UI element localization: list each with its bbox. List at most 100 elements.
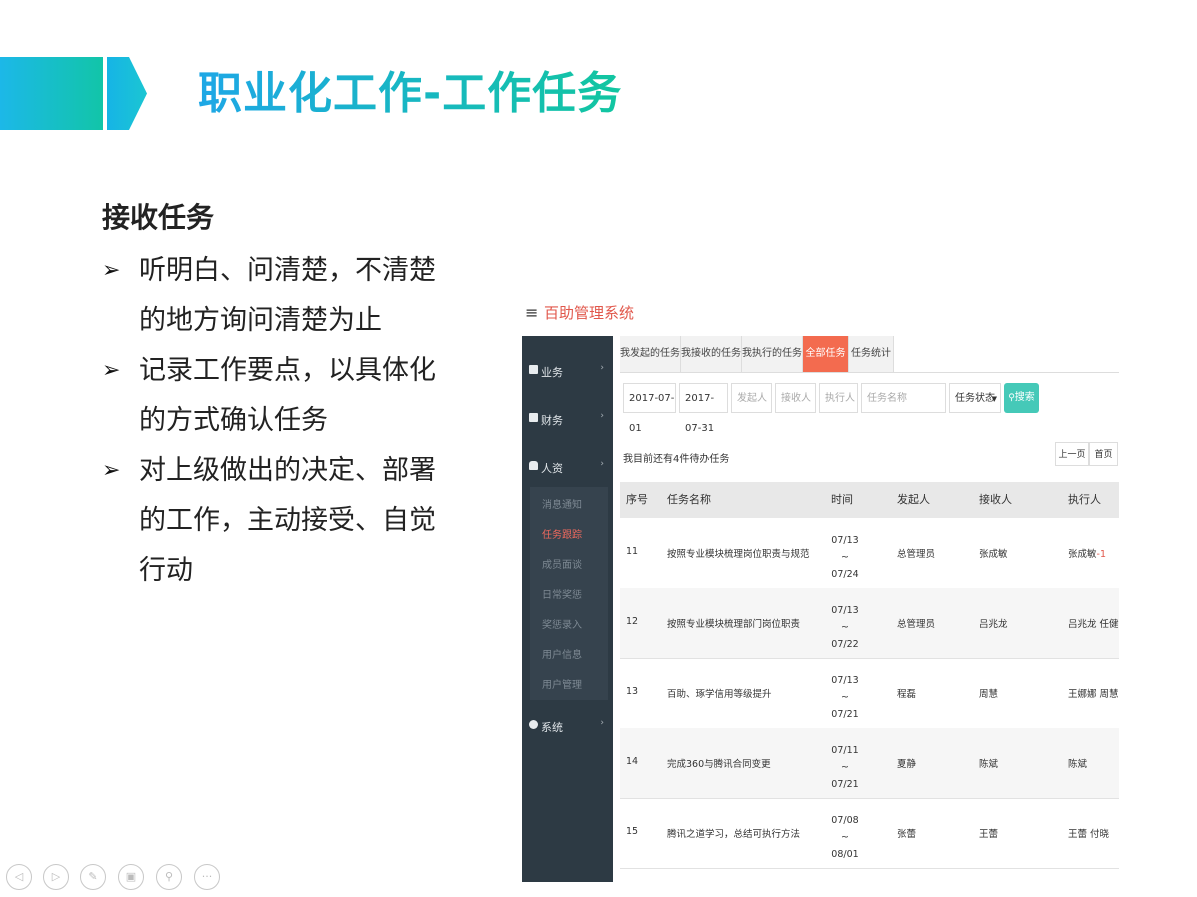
executor-suffix: -1 [1096,549,1106,560]
time-separator: ~ [841,832,849,843]
zoom-icon[interactable]: ⚲ [156,864,182,890]
submenu-item-user-info[interactable]: 用户信息 [542,646,582,661]
time-end: 07/24 [831,569,859,580]
submenu-item-task-tracking[interactable]: 任务跟踪 [542,526,582,541]
table-row[interactable]: 11 按照专业模块梳理岗位职责与规范 07/13 ~ 07/24 总管理员 张成… [620,518,1119,589]
column-header-receiver: 接收人 [979,493,1012,506]
bullet-item: ➢ 听明白、问清楚，不清楚 的地方询问清楚为止 [102,246,482,346]
cell-executor: 王娜娜 周慧 [1068,689,1119,700]
initiator-input[interactable]: 发起人 [731,383,772,413]
tab-all[interactable]: 全部任务 [803,336,849,372]
cell-executor: 张成敏-1 [1068,546,1106,560]
tab-statistics[interactable]: 任务统计 [849,336,894,372]
title-banner-bar [0,57,103,130]
menu-icon[interactable]: ≡ [525,303,538,322]
time-start: 07/13 [831,535,859,546]
cell-initiator: 程磊 [897,689,917,700]
sidebar-item-finance[interactable]: 财务 › [522,408,613,432]
cell-time: 07/13 ~ 07/22 [830,602,860,653]
app-name: 百助管理系统 [544,304,635,322]
slides-overview-icon[interactable]: ▣ [118,864,144,890]
cell-time: 07/13 ~ 07/21 [830,672,860,723]
chevron-down-icon: › [600,459,604,469]
cell-initiator: 总管理员 [897,619,936,630]
sidebar-item-label: 业务 [541,366,563,379]
search-icon: ⚲ [1008,393,1015,403]
time-start: 07/11 [831,745,859,756]
time-start: 07/13 [831,675,859,686]
submenu-item-user-management[interactable]: 用户管理 [542,676,582,691]
pending-note: 我目前还有4件待办任务 [623,454,730,465]
time-separator: ~ [841,622,849,633]
bullet-arrow-icon: ➢ [102,358,121,383]
executor-names: 张成敏 [1068,549,1097,560]
first-page-button[interactable]: 首页 [1089,442,1118,466]
search-button[interactable]: ⚲搜索 [1004,383,1039,413]
column-header-name: 任务名称 [667,493,711,506]
cell-time: 07/08 ~ 08/01 [830,812,860,863]
table-header: 序号 任务名称 时间 发起人 接收人 执行人 [620,482,1119,518]
previous-slide-icon[interactable]: ◁ [6,864,32,890]
filter-bar: 2017-07-01 2017-07-31 发起人 接收人 执行人 任务名称 任… [620,380,1119,434]
tab-executed[interactable]: 我执行的任务 [742,336,803,372]
end-date-input[interactable]: 2017-07-31 [679,383,728,434]
cell-executor: 吕兆龙 任健 [1068,619,1119,630]
time-separator: ~ [841,552,849,563]
tab-received[interactable]: 我接收的任务 [681,336,742,372]
time-separator: ~ [841,762,849,773]
table-row[interactable]: 14 完成360与腾讯合同变更 07/11 ~ 07/21 夏静 陈斌 陈斌 [620,728,1119,799]
cell-receiver: 周慧 [979,689,999,700]
lock-icon [529,461,538,470]
pen-icon[interactable]: ✎ [80,864,106,890]
start-date-input[interactable]: 2017-07-01 [623,383,676,434]
search-button-label: 搜索 [1014,392,1035,403]
chevron-right-icon: › [600,363,604,373]
slide-title: 职业化工作-工作任务 [198,62,622,126]
book-icon [529,365,538,374]
calculator-icon [529,413,538,422]
cell-receiver: 王蕾 [979,829,999,840]
cell-task-name: 按照专业模块梳理岗位职责与规范 [667,549,810,560]
cell-no: 11 [626,546,639,557]
submenu-item-daily-rewards[interactable]: 日常奖惩 [542,586,582,601]
submenu-item-reward-entry[interactable]: 奖惩录入 [542,616,582,631]
column-header-executor: 执行人 [1068,493,1101,506]
sidebar-item-hr[interactable]: 人资 › [522,456,613,480]
bullet-item: ➢ 对上级做出的决定、部署 的工作，主动接受、自觉 行动 [102,446,482,596]
executor-input[interactable]: 执行人 [819,383,858,413]
table-row[interactable]: 15 腾讯之道学习，总结可执行方法 07/08 ~ 08/01 张蕾 王蕾 王蕾… [620,798,1119,869]
bullet-item: ➢ 记录工作要点，以具体化 的方式确认任务 [102,346,482,446]
sidebar-item-system[interactable]: 系统 › [522,715,613,739]
time-end: 08/01 [831,849,859,860]
column-header-no: 序号 [626,493,648,506]
cell-executor: 陈斌 [1068,759,1088,770]
table-row[interactable]: 12 按照专业模块梳理部门岗位职责 07/13 ~ 07/22 总管理员 吕兆龙… [620,588,1119,659]
submenu-item-notice[interactable]: 消息通知 [542,496,582,511]
task-name-input[interactable]: 任务名称 [861,383,946,413]
column-header-initiator: 发起人 [897,493,930,506]
time-start: 07/08 [831,815,859,826]
prev-page-button[interactable]: 上一页 [1055,442,1089,466]
cell-task-name: 百助、琢学信用等级提升 [667,689,772,700]
status-select-value: 任务状态 [955,393,995,404]
time-end: 07/21 [831,779,859,790]
status-select[interactable]: 任务状态 ▼ [949,383,1001,413]
task-tabs: 我发起的任务 我接收的任务 我执行的任务 全部任务 任务统计 [620,336,1119,373]
main-panel: 我发起的任务 我接收的任务 我执行的任务 全部任务 任务统计 2017-07-0… [613,336,1120,882]
chevron-right-icon: › [600,718,604,728]
time-end: 07/21 [831,709,859,720]
table-row[interactable]: 13 百助、琢学信用等级提升 07/13 ~ 07/21 程磊 周慧 王娜娜 周… [620,658,1119,729]
bullet-line: 行动 [139,555,193,586]
time-separator: ~ [841,692,849,703]
caret-down-icon: ▼ [991,395,997,403]
cell-task-name: 完成360与腾讯合同变更 [667,759,771,770]
submenu-item-interview[interactable]: 成员面谈 [542,556,582,571]
receiver-input[interactable]: 接收人 [775,383,816,413]
more-icon[interactable]: ··· [194,864,220,890]
section-heading: 接收任务 [102,201,215,234]
app-screenshot: ≡ 百助管理系统 业务 › 财务 › 人资 › 消息通知 任务跟踪 成员面谈 日… [522,296,1120,882]
cell-initiator: 夏静 [897,759,917,770]
tab-initiated[interactable]: 我发起的任务 [620,336,681,372]
sidebar-item-business[interactable]: 业务 › [522,360,613,384]
next-slide-icon[interactable]: ▷ [43,864,69,890]
